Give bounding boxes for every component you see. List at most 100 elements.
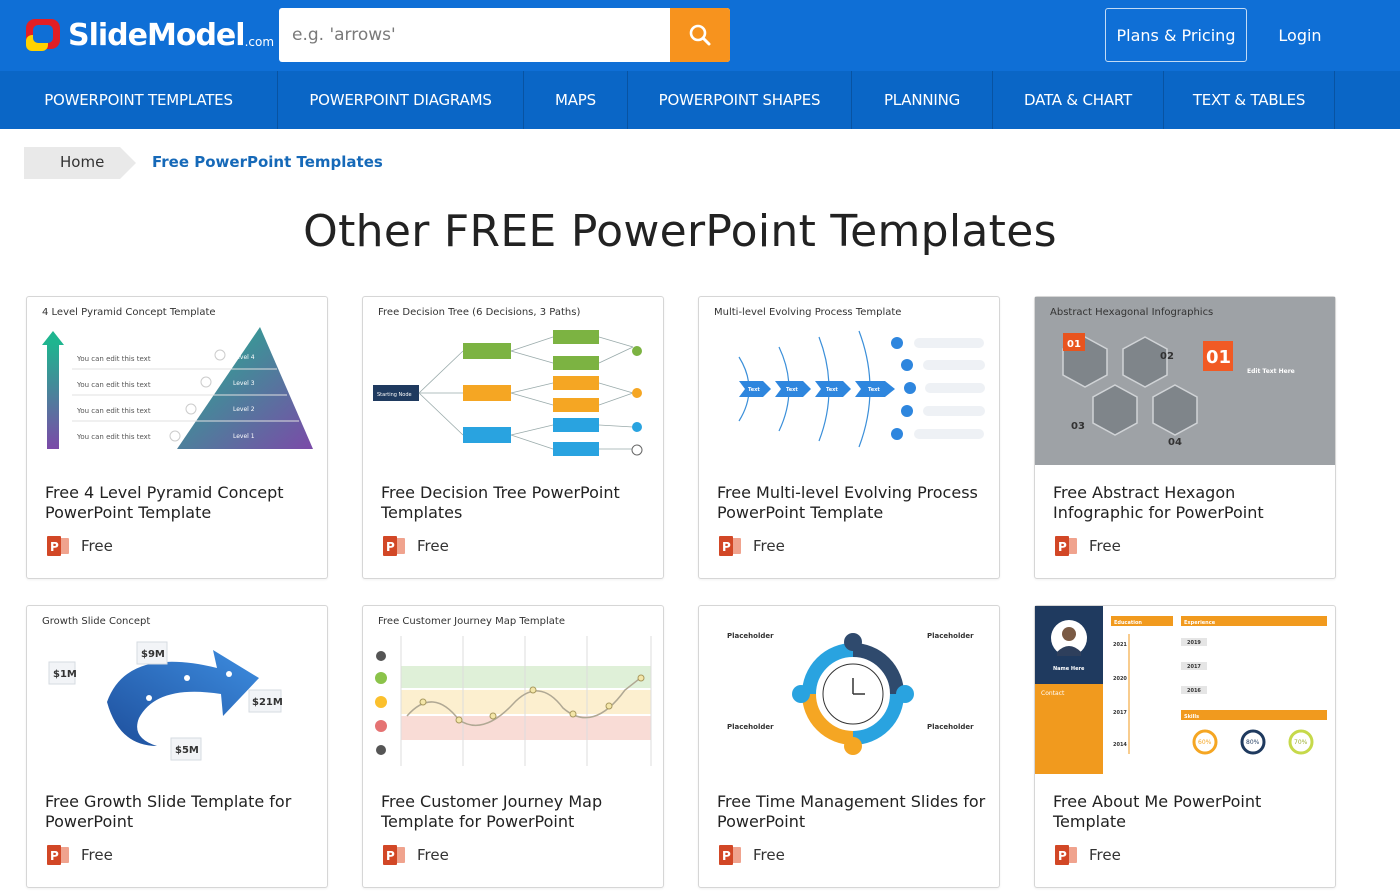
pyramid-row-text: You can edit this text [76,433,151,441]
card-thumbnail[interactable]: Abstract Hexagonal Infographics 01 02 03… [1035,297,1335,465]
placeholder-label: Placeholder [727,723,774,731]
breadcrumb-home-label: Home [60,153,105,171]
free-badge: P Free [47,536,113,556]
nav-item-data-chart[interactable]: DATA & CHART [993,71,1164,129]
search-input[interactable] [279,8,670,62]
free-label: Free [417,846,449,864]
template-card[interactable]: Growth Slide Concept $1M $9M $21M $5M Fr… [26,605,328,888]
nav-item-planning[interactable]: PLANNING [852,71,993,129]
main-nav: POWERPOINT TEMPLATES POWERPOINT DIAGRAMS… [0,71,1400,129]
login-link[interactable]: Login [1262,8,1338,62]
card-thumbnail[interactable]: 4 Level Pyramid Concept Template You can… [27,297,327,465]
placeholder-label: Placeholder [927,632,974,640]
growth-value: $21M [252,697,283,708]
nav-item-powerpoint-shapes[interactable]: POWERPOINT SHAPES [628,71,852,129]
hex-number: 02 [1160,351,1174,362]
svg-text:P: P [50,540,59,554]
resume-illustration: Name Here Contact Education Experience 2… [1035,606,1327,774]
about-education: Education [1114,620,1142,626]
nav-item-powerpoint-diagrams[interactable]: POWERPOINT DIAGRAMS [278,71,524,129]
nav-item-maps[interactable]: MAPS [524,71,628,129]
template-card[interactable]: Multi-level Evolving Process Template Te… [698,296,1000,579]
thumb-label: 4 Level Pyramid Concept Template [42,307,216,318]
pyramid-row-text: You can edit this text [76,355,151,363]
nav-item-text-tables[interactable]: TEXT & TABLES [1164,71,1335,129]
card-thumbnail[interactable]: Multi-level Evolving Process Template Te… [699,297,999,465]
about-exp-year: 2016 [1187,688,1201,694]
free-label: Free [753,846,785,864]
tree-start-node: Starting Node [377,392,412,398]
search-box [279,8,730,62]
thumb-label: Free Customer Journey Map Template [378,616,565,627]
card-thumbnail[interactable]: Free Customer Journey Map Template [363,606,663,774]
process-tag: Text [748,387,760,393]
page-title: Other FREE PowerPoint Templates [303,206,1057,257]
pyramid-level-label: Level 2 [233,406,255,413]
hex-big-number: 01 [1206,347,1231,368]
svg-text:P: P [1058,849,1067,863]
card-title[interactable]: Free 4 Level Pyramid Concept PowerPoint … [45,483,315,523]
card-title[interactable]: Free Growth Slide Template for PowerPoin… [45,792,315,832]
card-title[interactable]: Free Customer Journey Map Template for P… [381,792,651,832]
hex-number: 01 [1067,339,1081,350]
powerpoint-icon: P [719,536,741,556]
pyramid-level-label: Level 4 [233,354,255,361]
powerpoint-icon: P [47,536,69,556]
breadcrumb-current[interactable]: Free PowerPoint Templates [152,153,383,171]
thumb-label: Growth Slide Concept [42,616,151,627]
about-exp-year: 2017 [1187,664,1201,670]
template-card[interactable]: Abstract Hexagonal Infographics 01 02 03… [1034,296,1336,579]
about-year: 2017 [1113,710,1127,716]
svg-text:P: P [50,849,59,863]
about-skills: Skills [1184,714,1199,720]
logo[interactable]: SlideModel .com [24,10,274,60]
template-card[interactable]: Name Here Contact Education Experience 2… [1034,605,1336,888]
breadcrumb-home[interactable]: Home [24,147,136,179]
hexagon-illustration: 01 02 03 04 01 Edit Text Here [1062,333,1295,448]
growth-value: $9M [141,649,165,660]
about-year: 2014 [1113,742,1127,748]
card-title[interactable]: Free About Me PowerPoint Template [1053,792,1323,832]
free-badge: P Free [383,536,449,556]
card-thumbnail[interactable]: Growth Slide Concept $1M $9M $21M $5M [27,606,327,774]
about-year: 2020 [1113,676,1127,682]
card-thumbnail[interactable]: Free Decision Tree (6 Decisions, 3 Paths… [363,297,663,465]
growth-arrow-illustration: $1M $9M $21M $5M [48,641,283,761]
card-title[interactable]: Free Decision Tree PowerPoint Templates [381,483,651,523]
about-name: Name Here [1053,666,1085,672]
card-title[interactable]: Free Abstract Hexagon Infographic for Po… [1053,483,1323,523]
template-card[interactable]: Free Decision Tree (6 Decisions, 3 Paths… [362,296,664,579]
svg-text:P: P [722,540,731,554]
slidemodel-logo-icon [24,15,64,55]
template-card[interactable]: Placeholder Placeholder Placeholder Plac… [698,605,1000,888]
search-button[interactable] [670,8,730,62]
pyramid-level-label: Level 1 [233,433,255,440]
decision-tree-illustration: Starting Node [373,330,643,456]
template-card[interactable]: 4 Level Pyramid Concept Template You can… [26,296,328,579]
svg-text:P: P [386,540,395,554]
hex-edit-text: Edit Text Here [1247,368,1295,375]
process-tag: Text [868,387,880,393]
pyramid-row-text: You can edit this text [76,381,151,389]
template-card[interactable]: Free Customer Journey Map Template Free … [362,605,664,888]
process-illustration: Text Text Text Text [738,330,985,448]
growth-value: $5M [175,745,199,756]
about-pct: 70% [1294,739,1308,746]
placeholder-label: Placeholder [727,632,774,640]
card-title[interactable]: Free Multi-level Evolving Process PowerP… [717,483,987,523]
powerpoint-icon: P [1055,845,1077,865]
powerpoint-icon: P [47,845,69,865]
card-thumbnail[interactable]: Placeholder Placeholder Placeholder Plac… [699,606,999,774]
svg-text:P: P [386,849,395,863]
free-badge: P Free [719,845,785,865]
card-title[interactable]: Free Time Management Slides for PowerPoi… [717,792,987,832]
plans-pricing-button[interactable]: Plans & Pricing [1105,8,1247,62]
powerpoint-icon: P [1055,536,1077,556]
powerpoint-icon: P [719,845,741,865]
free-label: Free [1089,846,1121,864]
hex-number: 03 [1071,421,1085,432]
svg-text:P: P [722,849,731,863]
card-thumbnail[interactable]: Name Here Contact Education Experience 2… [1035,606,1335,774]
free-badge: P Free [383,845,449,865]
nav-item-powerpoint-templates[interactable]: POWERPOINT TEMPLATES [0,71,278,129]
